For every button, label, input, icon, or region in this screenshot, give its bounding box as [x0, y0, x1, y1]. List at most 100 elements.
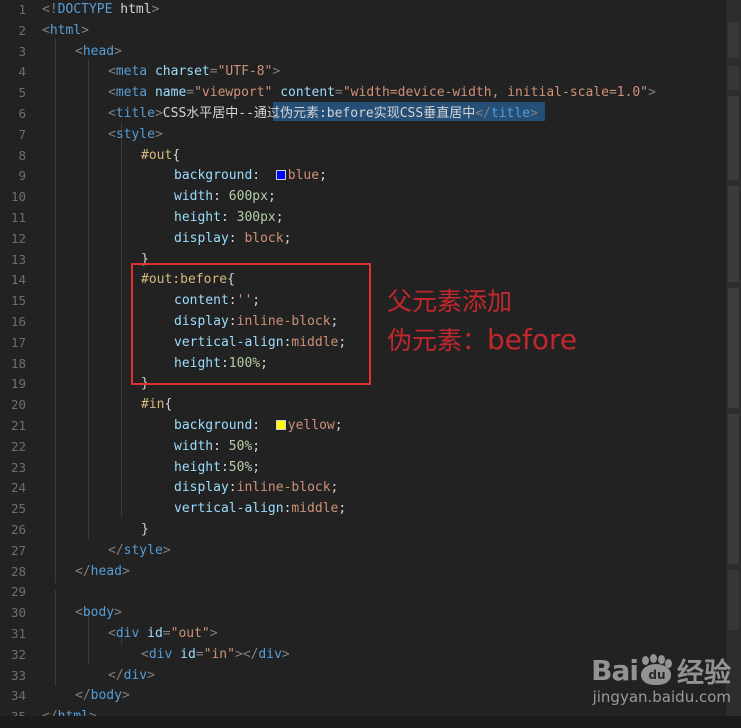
line-number: 31 [10, 626, 26, 641]
code-line: </head> [75, 562, 130, 583]
token-css-number: 600px [228, 189, 268, 205]
watermark-bai-text: Bai [591, 653, 639, 687]
token-string: "viewport" [194, 85, 273, 101]
token-css-property: background [174, 168, 253, 184]
token-css-property: height [174, 459, 221, 475]
token-css-number: 100% [228, 355, 261, 371]
line-number: 33 [10, 667, 26, 683]
code-line: <!DOCTYPE html> [42, 0, 159, 21]
line-number-gutter: 1 2 3 4 5 6 7 8 9 10 11 12 13 14 15 16 17 18 19 20 21 22 23 24 2… [0, 0, 32, 724]
token-attr: content [280, 85, 336, 101]
token-tag: div [148, 646, 173, 662]
line-number: 24 [10, 480, 26, 496]
line-number: 7 [18, 126, 26, 142]
color-swatch-yellow[interactable] [275, 420, 286, 430]
token-punct: > [281, 646, 290, 662]
token-tag: meta [115, 85, 148, 101]
line-number: 23 [10, 459, 26, 475]
token-attr: name [154, 85, 187, 101]
token-colon: : [220, 355, 229, 371]
token-css-property: display [174, 314, 229, 329]
line-number: 26 [10, 522, 26, 537]
token-punct: = [195, 646, 204, 662]
code-content[interactable]: <!DOCTYPE html> <html> <head> <meta char… [32, 0, 726, 724]
token-semicolon: ; [252, 438, 261, 454]
token-css-property: vertical-align [174, 501, 284, 517]
token-colon: : [252, 418, 261, 433]
token-semicolon: ; [319, 168, 327, 184]
code-line: background: blue; [174, 166, 327, 187]
color-swatch-blue[interactable] [275, 170, 286, 181]
token-punct: > [234, 646, 243, 662]
line-number: 2 [18, 22, 26, 38]
line-number: 16 [10, 314, 26, 329]
editor-surface[interactable]: 1 2 3 4 5 6 7 8 9 10 11 12 13 14 15 16 17 18 19 20 21 22 23 24 2… [0, 0, 726, 724]
line-number: 4 [18, 64, 26, 80]
line-number: 25 [10, 501, 26, 517]
token-colon: : [220, 210, 229, 225]
token-punct: < [75, 43, 83, 59]
watermark-logo-row: Bai du 经验 [591, 653, 731, 689]
token-tag: div [258, 646, 282, 662]
token-colon: : [213, 438, 221, 454]
selected-title-text: 通过伪元素:before实现CSS垂直居中 [253, 106, 476, 121]
token-punct: < [42, 22, 50, 38]
token-css-value: yellow [287, 418, 335, 433]
token-css-number: 50% [228, 438, 253, 454]
code-editor-screenshot: 1 2 3 4 5 6 7 8 9 10 11 12 13 14 15 16 17 18 19 20 21 22 23 24 2… [0, 0, 741, 728]
token-colon: : [220, 459, 229, 475]
bottom-bar [0, 716, 741, 728]
code-line: <head> [75, 42, 122, 63]
token-punct: > [530, 106, 538, 121]
line-number: 17 [10, 334, 26, 350]
token-css-property: display [174, 230, 229, 246]
token-doctype-name: html [112, 2, 152, 17]
token-punct: </ [108, 542, 124, 558]
line-number: 9 [18, 168, 26, 184]
token-css-value: inline-block [236, 480, 331, 496]
token-punct: <! [42, 2, 58, 17]
code-line: width: 600px; [174, 187, 276, 208]
line-number: 28 [10, 563, 26, 579]
line-number: 1 [18, 2, 26, 17]
token-punct: > [648, 85, 656, 101]
code-line: #out{ [141, 146, 180, 167]
token-tag: style [115, 126, 155, 142]
code-line: <div id="out"> [108, 624, 218, 645]
token-attr: id [147, 626, 163, 641]
token-css-property: background [174, 418, 253, 433]
line-number: 10 [10, 189, 26, 205]
token-css-value: inline-block [236, 314, 331, 329]
token-attr: charset [154, 64, 210, 80]
editor-scrollbar[interactable] [726, 0, 741, 716]
token-css-number: 300px [236, 210, 276, 225]
line-number: 6 [18, 106, 26, 121]
code-line: display:inline-block; [174, 478, 338, 499]
code-line: height:50%; [174, 458, 260, 479]
scrollbar-thumb[interactable] [726, 0, 741, 716]
token-punct: < [75, 605, 83, 621]
code-line: #out:before{ [141, 270, 235, 291]
token-doctype: DOCTYPE [57, 2, 113, 17]
code-line: display: block; [174, 229, 291, 250]
code-line: height:100%; [174, 354, 268, 375]
token-brace: } [141, 522, 149, 537]
code-line: <div id="in"></div> [141, 645, 290, 666]
token-punct: > [81, 22, 89, 38]
token-punct: > [114, 605, 122, 621]
code-line: <html> [42, 21, 89, 42]
token-colon: : [228, 293, 237, 309]
line-number: 13 [10, 251, 26, 267]
line-number: 11 [10, 210, 26, 225]
token-semicolon: ; [338, 334, 347, 350]
line-number: 3 [18, 43, 26, 59]
baidu-paw-icon: du [639, 654, 673, 685]
code-line: content:''; [174, 291, 260, 312]
token-semicolon: ; [275, 210, 284, 225]
annotation-line-2-en: before [487, 323, 578, 356]
token-css-selector: #out:before [141, 272, 228, 288]
token-punct: = [209, 64, 218, 80]
token-colon: : [252, 168, 261, 184]
code-line: } [141, 374, 149, 395]
code-line: </style> [108, 541, 171, 562]
